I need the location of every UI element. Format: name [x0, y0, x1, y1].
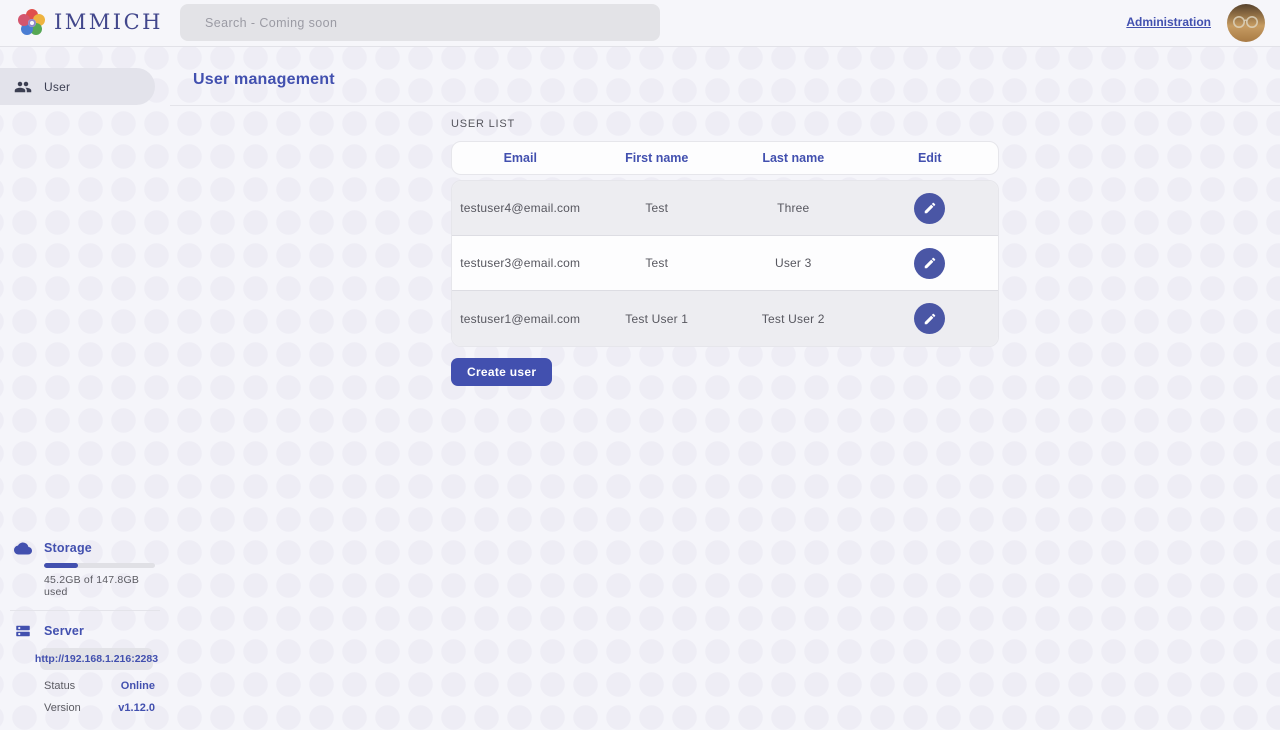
server-url-chip: http://192.168.1.216:2283: [40, 648, 153, 670]
server-title: Server: [44, 624, 84, 638]
edit-user-button[interactable]: [914, 248, 945, 279]
storage-usage-text: 45.2GB of 147.8GB used: [44, 574, 155, 598]
status-label: Status: [44, 680, 75, 692]
pencil-icon: [923, 256, 937, 270]
pencil-icon: [923, 312, 937, 326]
pencil-icon: [923, 201, 937, 215]
title-bar: User management: [170, 47, 1280, 106]
users-icon: [14, 78, 32, 96]
version-label: Version: [44, 702, 81, 714]
table-row: testuser3@email.com Test User 3: [452, 236, 998, 291]
section-label: USER LIST: [451, 118, 999, 130]
sidebar-footer: Storage 45.2GB of 147.8GB used Server ht…: [0, 541, 170, 730]
server-icon: [14, 623, 32, 639]
page-title: User management: [193, 71, 1280, 89]
top-bar: IMMICH Administration: [0, 0, 1280, 47]
administration-link[interactable]: Administration: [1126, 15, 1211, 29]
server-status-row: Status Online: [44, 680, 155, 692]
sidebar-divider: [10, 610, 160, 611]
header-first-name: First name: [589, 151, 726, 165]
table-row: testuser1@email.com Test User 1 Test Use…: [452, 291, 998, 346]
cloud-icon: [14, 542, 32, 555]
logo-center: [28, 19, 36, 27]
cell-last-name: Test User 2: [725, 312, 862, 326]
cell-first-name: Test: [589, 201, 726, 215]
cell-email: testuser4@email.com: [452, 201, 589, 215]
header-email: Email: [452, 151, 589, 165]
brand: IMMICH: [18, 9, 163, 36]
storage-progress-bar: [44, 563, 155, 568]
edit-user-button[interactable]: [914, 303, 945, 334]
user-avatar[interactable]: [1227, 4, 1265, 42]
server-version-row: Version v1.12.0: [44, 702, 155, 714]
search-input[interactable]: [180, 4, 660, 41]
header-edit: Edit: [862, 151, 999, 165]
brand-name: IMMICH: [54, 9, 163, 36]
immich-logo-icon: [18, 9, 45, 36]
status-value: Online: [121, 680, 155, 692]
cell-last-name: User 3: [725, 256, 862, 270]
user-table-body: testuser4@email.com Test Three testuser3…: [451, 180, 999, 347]
content: USER LIST Email First name Last name Edi…: [451, 118, 999, 386]
main-area: User management USER LIST Email First na…: [170, 47, 1280, 730]
storage-progress-fill: [44, 563, 78, 568]
edit-user-button[interactable]: [914, 193, 945, 224]
create-user-button[interactable]: Create user: [451, 358, 552, 386]
sidebar-item-user[interactable]: User: [0, 68, 155, 105]
cell-last-name: Three: [725, 201, 862, 215]
server-panel: Server http://192.168.1.216:2283 Status …: [14, 623, 155, 714]
sidebar-item-label: User: [44, 80, 70, 94]
header-last-name: Last name: [725, 151, 862, 165]
sidebar: User Storage 45.2GB of 147.8GB used: [0, 47, 170, 730]
storage-panel: Storage 45.2GB of 147.8GB used: [14, 541, 155, 598]
cell-first-name: Test: [589, 256, 726, 270]
cell-edit: [862, 248, 999, 279]
cell-email: testuser1@email.com: [452, 312, 589, 326]
cell-email: testuser3@email.com: [452, 256, 589, 270]
storage-title: Storage: [44, 541, 92, 555]
page: IMMICH Administration User: [0, 0, 1280, 730]
cell-edit: [862, 193, 999, 224]
glasses-photo: [1231, 15, 1261, 29]
version-value: v1.12.0: [118, 702, 155, 714]
table-header: Email First name Last name Edit: [451, 141, 999, 175]
cell-edit: [862, 303, 999, 334]
table-row: testuser4@email.com Test Three: [452, 181, 998, 236]
cell-first-name: Test User 1: [589, 312, 726, 326]
